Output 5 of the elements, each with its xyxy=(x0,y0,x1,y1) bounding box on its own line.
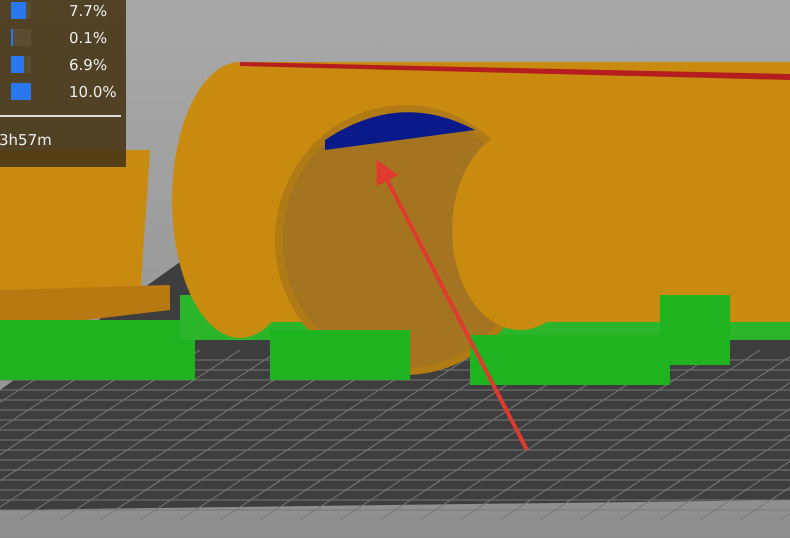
print-time: 3h57m xyxy=(0,131,53,149)
legend-percent: 6.9% xyxy=(69,56,108,74)
legend-percent: 0.1% xyxy=(69,28,108,46)
legend-percent: 7.7% xyxy=(69,2,108,20)
legend-percent: 10.0% xyxy=(69,82,117,100)
